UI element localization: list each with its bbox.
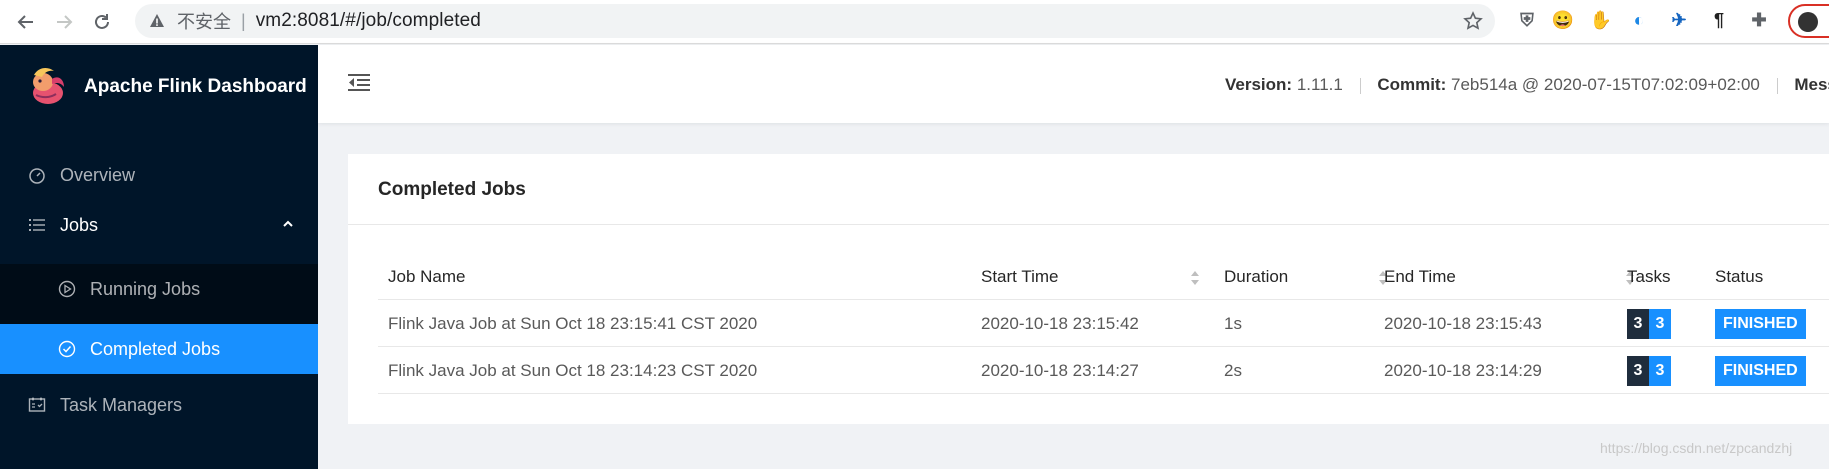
divider [1776,77,1778,94]
browser-toolbar: 不安全 | vm2:8081/#/job/completed ⛨ 😀 ✋ ◐ ✈ ¶ ✚ [0,0,1829,44]
url-text: vm2:8081/#/job/completed [255,10,481,31]
message-label: Message [1794,75,1829,94]
forward-button[interactable] [52,10,76,34]
completed-jobs-card: Completed Jobs Job Name Start Time Durat… [348,154,1829,424]
profile-button[interactable] [1788,4,1829,38]
table-row[interactable]: Flink Java Job at Sun Oct 18 23:14:23 CS… [378,348,1829,394]
arrow-left-icon [17,15,33,29]
column-header-start-time[interactable]: Start Time [981,254,1058,300]
version-label: Version: [1225,75,1293,94]
status-badge: FINISHED [1715,309,1806,339]
job-name-cell[interactable]: Flink Java Job at Sun Oct 18 23:14:23 CS… [388,348,757,394]
orange-ext-icon[interactable]: 😀 [1552,9,1574,31]
reload-icon [95,14,109,29]
sidebar-item-label: Task Managers [60,394,183,415]
task-count-badge: 3 [1627,356,1649,386]
menu-fold-icon[interactable] [348,73,370,93]
status-cell: FINISHED [1715,301,1806,347]
reload-button[interactable] [90,10,114,34]
tasks-cell: 3 3 [1627,301,1671,347]
task-count-badge: 3 [1627,309,1649,339]
column-header-end-time[interactable]: End Time [1384,254,1456,300]
sort-icon[interactable] [1190,270,1200,286]
top-header: Version: 1.11.1 Commit: 7eb514a @ 2020-0… [318,45,1829,123]
brand[interactable]: Apache Flink Dashboard [0,45,318,129]
sidebar-item-label: Jobs [60,214,99,235]
version-value: 1.11.1 [1296,75,1343,94]
flink-squirrel-logo [33,67,64,104]
shield-ext-icon[interactable]: ⛨ [1516,9,1538,31]
dashboard-icon [28,166,46,184]
card-header: Completed Jobs [348,154,1829,225]
sidebar-item-label: Overview [60,164,136,185]
sidebar-item-label: Completed Jobs [90,338,221,359]
address-separator: | [241,10,246,31]
sidebar-item-completed-jobs[interactable]: Completed Jobs [0,324,318,374]
list-icon [28,216,46,234]
puzzle-ext-icon[interactable]: ✚ [1748,9,1770,31]
watermark: https://blog.csdn.net/zpcandzhj [1600,440,1793,456]
column-header-job-name[interactable]: Job Name [388,254,465,300]
duration-cell: 2s [1224,361,1242,380]
address-bar[interactable]: 不安全 | vm2:8081/#/job/completed [135,4,1495,38]
end-time-cell: 2020-10-18 23:14:29 [1384,361,1542,380]
column-header-duration[interactable]: Duration [1224,254,1288,300]
commit-value: 7eb514a @ 2020-07-15T07:02:09+02:00 [1451,75,1760,94]
table-header-row: Job Name Start Time Duration End Time Ta… [378,254,1829,300]
schedule-icon [28,396,46,414]
arrow-right-icon [57,15,73,29]
back-button[interactable] [14,10,38,34]
status-cell: FINISHED [1715,348,1806,394]
tasks-cell: 3 3 [1627,348,1671,394]
task-finished-badge: 3 [1649,309,1671,339]
bookmark-star-icon[interactable] [1463,11,1483,31]
sidebar-item-task-managers[interactable]: Task Managers [0,380,318,430]
check-circle-icon [58,340,76,358]
duration-cell: 1s [1224,314,1242,333]
chevron-up-icon [283,220,293,227]
adblock-ext-icon[interactable]: ✋ [1590,9,1612,31]
status-badge: FINISHED [1715,356,1806,386]
column-header-tasks[interactable]: Tasks [1627,254,1670,300]
brand-title: Apache Flink Dashboard [84,76,307,97]
version-info: Version: 1.11.1 Commit: 7eb514a @ 2020-0… [1225,75,1829,95]
card-title: Completed Jobs [378,179,526,200]
job-name-cell[interactable]: Flink Java Job at Sun Oct 18 23:15:41 CS… [388,301,757,347]
column-header-status[interactable]: Status [1715,254,1763,300]
sidebar: Apache Flink Dashboard Overview Jobs Run… [0,45,318,469]
sidebar-item-label: Running Jobs [90,278,201,299]
play-circle-icon [58,280,76,298]
commit-label: Commit: [1377,75,1447,94]
start-time-cell: 2020-10-18 23:15:42 [981,314,1139,333]
bird-ext-icon[interactable]: ✈ [1668,9,1690,31]
pilcrow-ext-icon[interactable]: ¶ [1708,9,1730,31]
avatar [1798,12,1818,32]
security-label: 不安全 [177,12,231,32]
table-row[interactable]: Flink Java Job at Sun Oct 18 23:15:41 CS… [378,301,1829,347]
warning-icon [150,14,164,27]
sidebar-item-jobs[interactable]: Jobs [0,200,318,250]
end-time-cell: 2020-10-18 23:15:43 [1384,314,1542,333]
sidebar-item-running-jobs[interactable]: Running Jobs [0,264,318,314]
divider [1359,77,1361,94]
sidebar-item-overview[interactable]: Overview [0,150,318,200]
task-finished-badge: 3 [1649,356,1671,386]
edge-ext-icon[interactable]: ◐ [1628,9,1650,31]
start-time-cell: 2020-10-18 23:14:27 [981,361,1139,380]
